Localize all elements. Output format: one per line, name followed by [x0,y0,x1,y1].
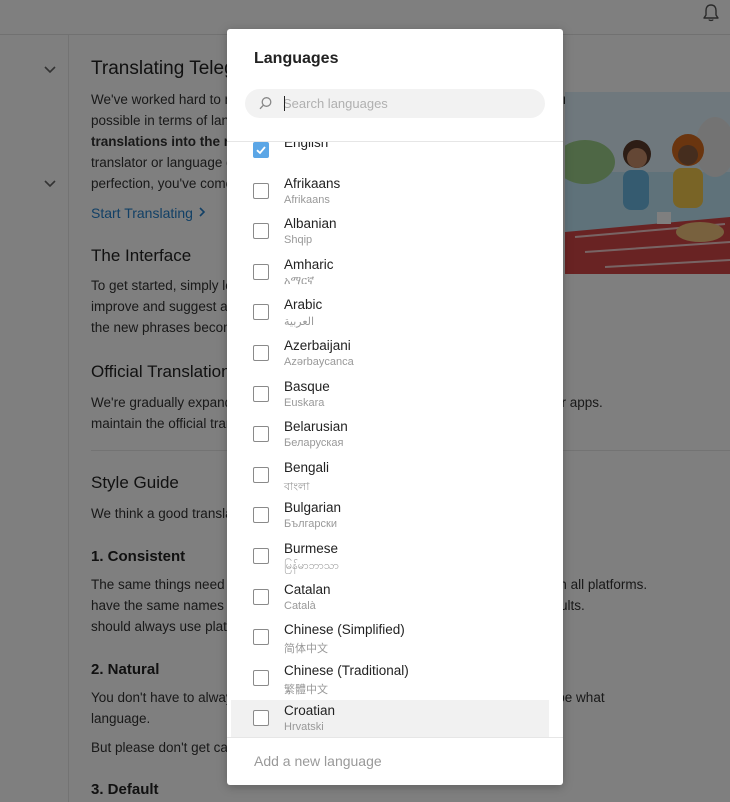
language-item[interactable]: Amharic አማርኛ [231,254,549,294]
language-checkbox[interactable] [253,263,269,280]
language-checkbox[interactable] [253,629,269,646]
language-native-name: Català [284,599,316,612]
language-checkbox[interactable] [253,588,269,605]
languages-dialog: Languages English Afrikaans Afrikaans Alban… [227,29,563,785]
language-checkbox[interactable] [253,182,269,199]
language-item[interactable]: Bengali বাংলা [231,457,549,497]
language-native-name: Беларуская [284,437,344,450]
language-name: Croatian [284,703,336,719]
language-name: Burmese [284,541,339,556]
language-name: Bulgarian [284,500,342,516]
language-item[interactable]: Croatian Hrvatski [231,700,549,737]
language-checkbox[interactable] [253,223,269,240]
language-item[interactable]: English [231,142,549,172]
language-item[interactable]: Bulgarian Български [231,497,549,537]
language-checkbox[interactable] [253,548,269,564]
language-native-name: 简体中文 [284,643,328,656]
language-name: Bengali [284,459,330,475]
language-checkbox[interactable] [253,710,269,727]
language-checkbox[interactable] [253,426,269,443]
language-checkbox[interactable] [253,507,269,524]
language-item[interactable]: Basque Euskara [231,376,549,416]
language-native-name: Euskara [284,396,325,409]
language-item[interactable]: Afrikaans Afrikaans [231,173,549,213]
language-native-name: Afrikaans [284,193,330,206]
add-language-link[interactable]: Add a new language [254,753,382,769]
language-name: Amharic [284,256,334,272]
language-native-name: አማርኛ [284,274,315,287]
language-native-name: မြန်မာဘာသာ [284,560,339,572]
language-native-name: Hrvatski [284,721,324,734]
text-caret [284,96,285,111]
language-item[interactable]: Catalan Català [231,579,549,619]
language-item[interactable]: Albanian Shqip [231,213,549,253]
dialog-title: Languages [254,50,339,67]
search-input[interactable] [283,92,533,114]
language-item[interactable]: Arabic العربية [231,294,549,334]
language-native-name: Български [284,518,337,531]
language-item[interactable]: Burmese မြန်မာဘာသာ [231,538,549,578]
language-checkbox[interactable] [253,142,269,158]
language-checkbox[interactable] [253,669,269,686]
language-item[interactable]: Chinese (Traditional) 繁體中文 [231,660,549,700]
footer-divider [227,737,563,738]
language-checkbox[interactable] [253,466,269,483]
language-name: English [284,142,329,150]
language-item[interactable]: Chinese (Simplified) 简体中文 [231,619,549,659]
search-box [245,89,545,118]
language-checkbox[interactable] [253,345,269,361]
language-name: Chinese (Simplified) [284,622,405,638]
search-icon [258,96,273,111]
language-checkbox[interactable] [253,385,269,402]
language-name: Belarusian [284,419,348,435]
language-list[interactable]: English Afrikaans Afrikaans Albanian Shqip Am… [227,142,563,737]
language-native-name: العربية [284,316,315,329]
language-name: Chinese (Traditional) [284,662,409,678]
language-native-name: Shqip [284,234,313,247]
language-name: Catalan [284,581,331,597]
language-native-name: Azərbaycanca [284,356,354,368]
language-name: Afrikaans [284,175,341,191]
language-item[interactable]: Belarusian Беларуская [231,416,549,456]
language-native-name: বাংলা [284,480,310,493]
language-name: Albanian [284,216,337,232]
language-name: Arabic [284,297,323,313]
check-icon [256,146,266,155]
language-name: Azerbaijani [284,338,351,353]
language-native-name: 繁體中文 [284,683,328,696]
language-item[interactable]: Azerbaijani Azərbaycanca [231,335,549,375]
language-checkbox[interactable] [253,304,269,321]
language-name: Basque [284,378,330,394]
